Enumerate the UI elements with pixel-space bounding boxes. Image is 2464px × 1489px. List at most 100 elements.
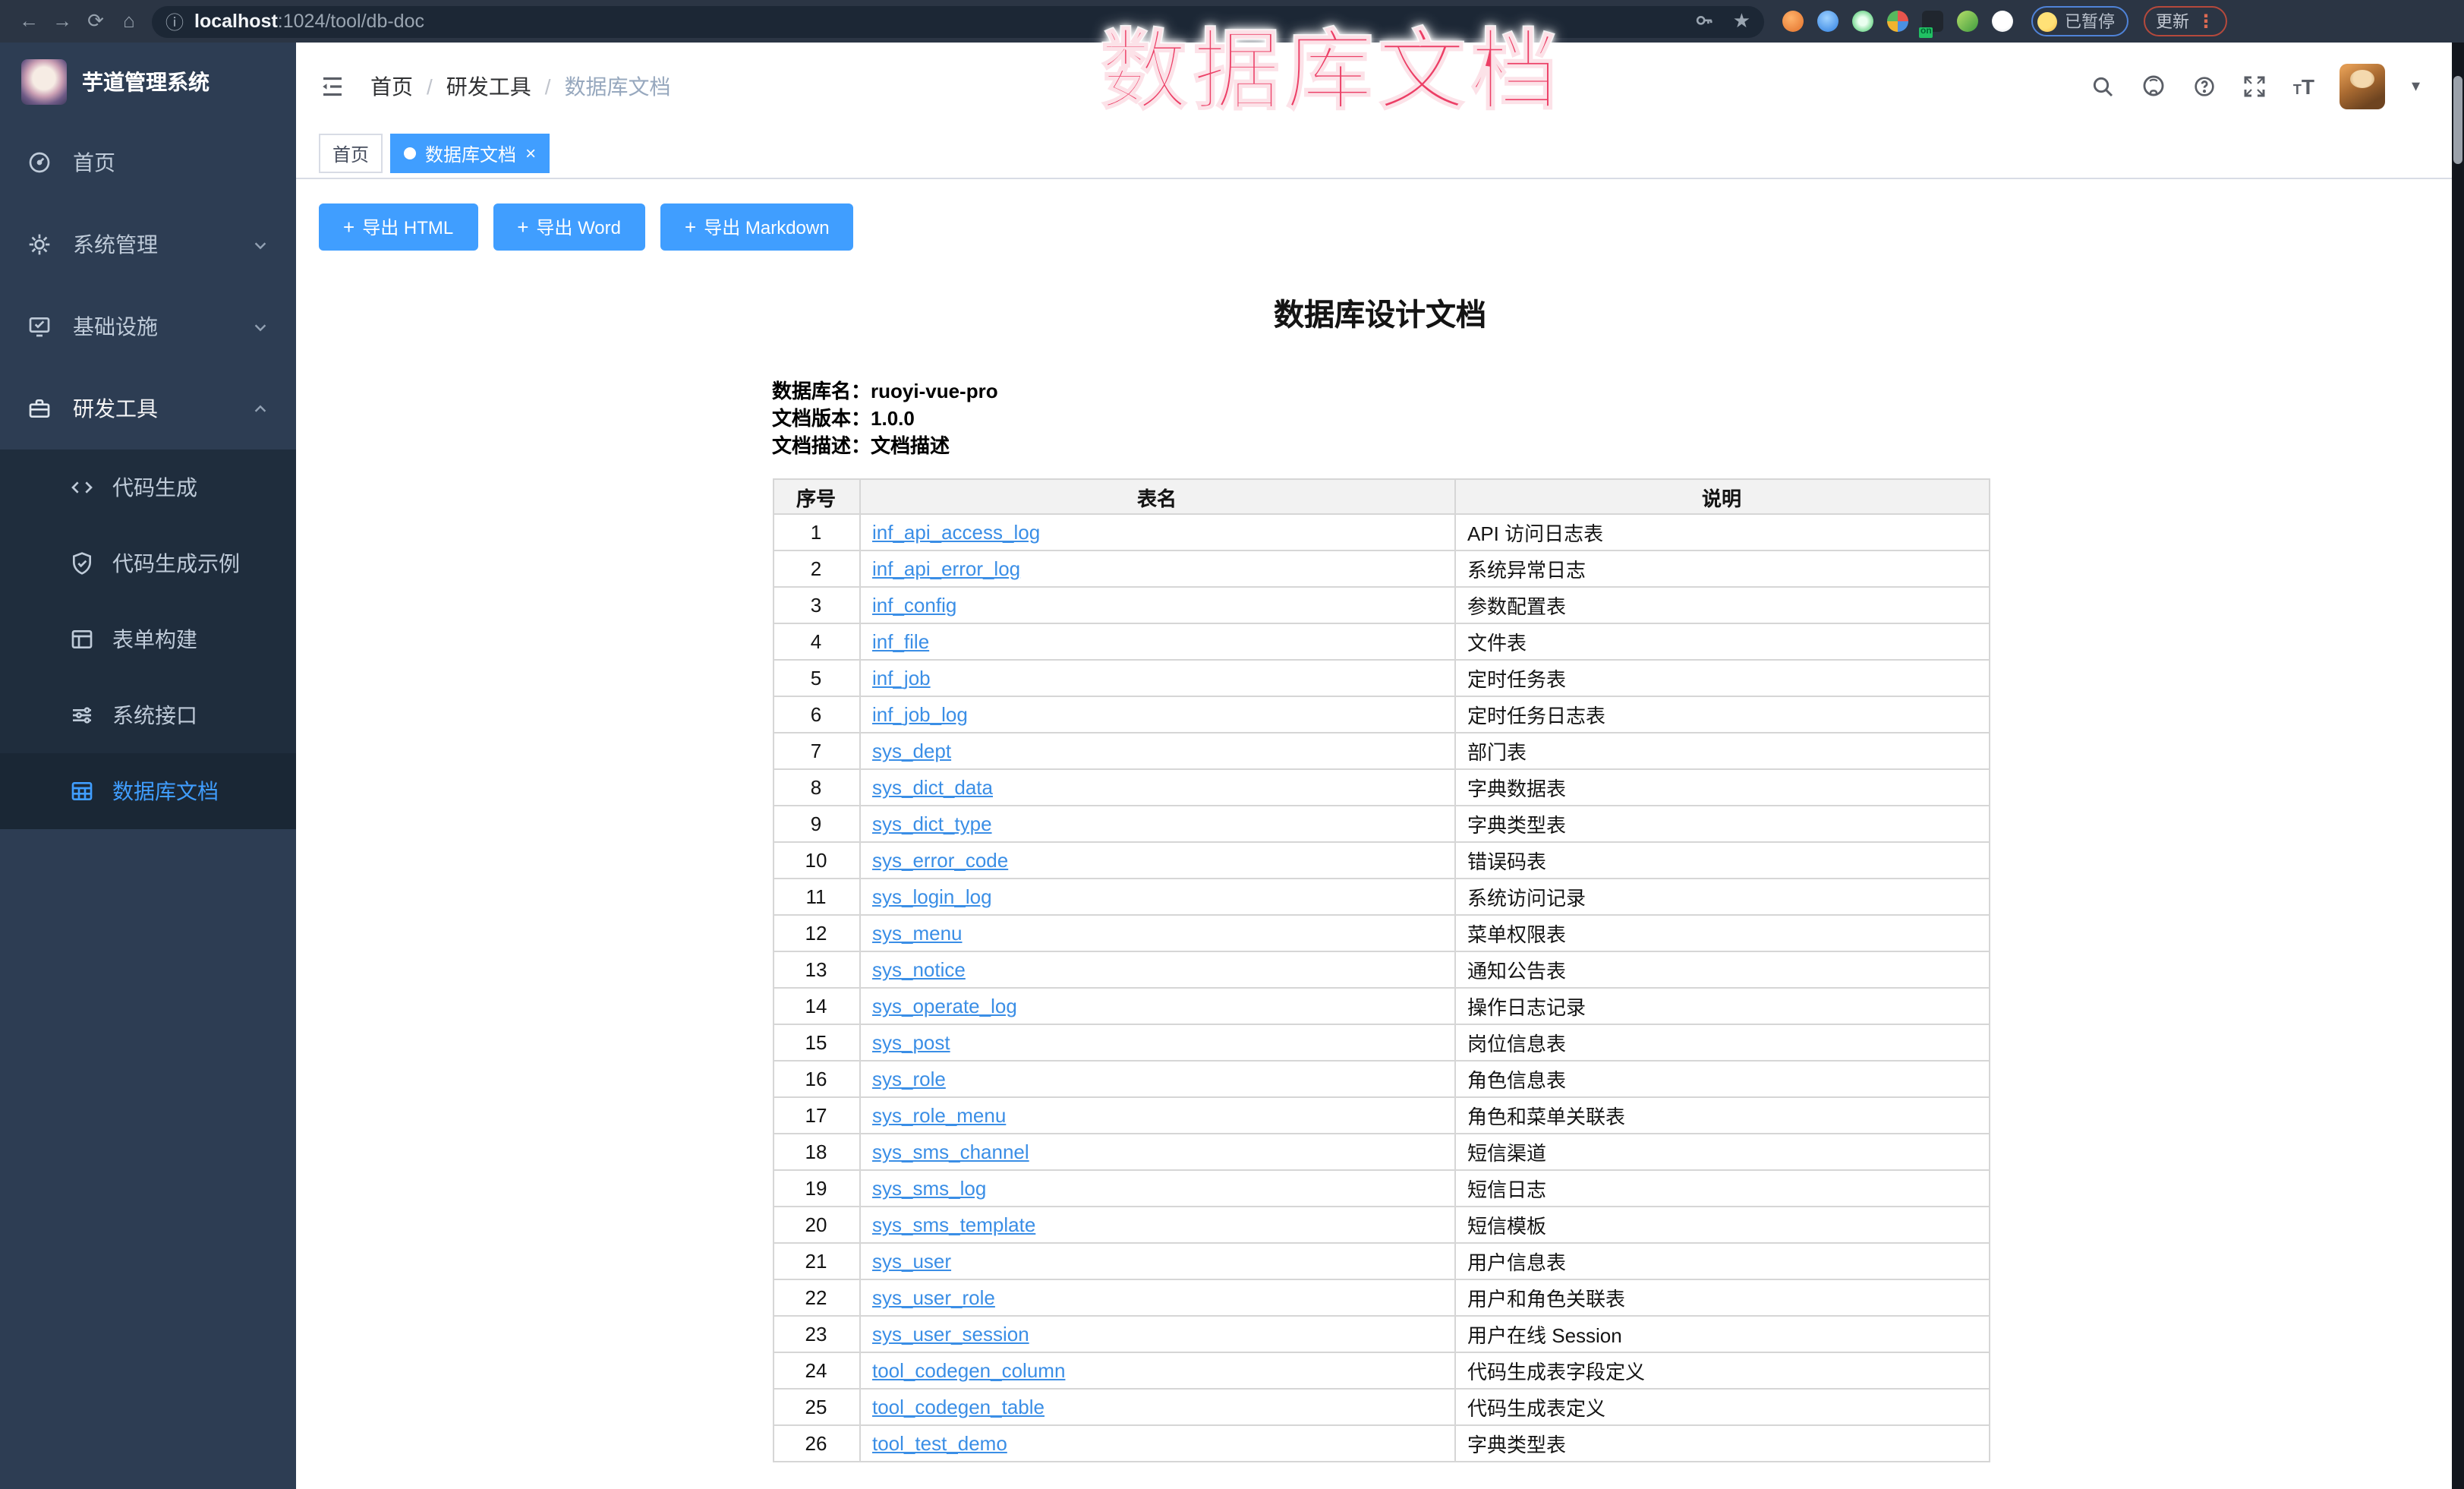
table-link[interactable]: sys_dept [872,740,951,762]
extension-icon-blue-pin[interactable] [1817,11,1839,32]
extension-icon-color-grid[interactable] [1887,11,1908,32]
sidebar-item-system[interactable]: 系统管理 [0,203,296,285]
search-icon[interactable] [2091,74,2116,98]
url-host: localhost [194,11,278,32]
table-link[interactable]: tool_codegen_column [872,1359,1065,1382]
bookmark-star-icon[interactable]: ★ [1733,9,1750,33]
table-link[interactable]: sys_menu [872,922,963,945]
row-desc: 用户在线 Session [1454,1316,1989,1352]
table-link[interactable]: sys_operate_log [872,995,1017,1017]
table-row: 12 sys_menu 菜单权限表 [773,915,1989,951]
tab-db-doc[interactable]: 数据库文档 × [390,134,550,173]
table-link[interactable]: inf_config [872,594,956,617]
sidebar-collapse-icon[interactable] [319,72,346,99]
font-size-icon[interactable]: TT [2293,74,2314,98]
tab-close-icon[interactable]: × [525,144,536,162]
sidebar-item-form-builder[interactable]: 表单构建 [0,601,296,677]
table-row: 9 sys_dict_type 字典类型表 [773,806,1989,842]
table-link[interactable]: inf_file [872,630,929,653]
export-word-button[interactable]: + 导出 Word [493,203,645,251]
tab-home[interactable]: 首页 [319,134,383,173]
table-link[interactable]: sys_sms_template [872,1213,1035,1236]
table-link[interactable]: sys_dict_type [872,812,992,835]
table-link[interactable]: sys_error_code [872,849,1008,872]
row-no: 17 [773,1097,859,1134]
table-link[interactable]: inf_api_access_log [872,521,1040,544]
github-icon[interactable] [2141,73,2167,99]
table-row: 6 inf_job_log 定时任务日志表 [773,696,1989,733]
sidebar-item-db-doc[interactable]: 数据库文档 [0,753,296,829]
table-link[interactable]: sys_dict_data [872,776,993,799]
table-link[interactable]: sys_sms_log [872,1177,986,1200]
help-icon[interactable] [2193,74,2217,98]
row-no: 21 [773,1243,859,1279]
table-link[interactable]: sys_user [872,1250,951,1273]
table-header-row: 序号 表名 说明 [773,479,1989,514]
sidebar-item-home[interactable]: 首页 [0,121,296,203]
table-link[interactable]: sys_login_log [872,885,992,908]
table-link[interactable]: sys_notice [872,958,966,981]
browser-home-icon[interactable]: ⌂ [112,0,146,43]
table-link[interactable]: sys_user_role [872,1286,995,1309]
breadcrumb-separator: / [545,74,551,98]
row-no: 22 [773,1279,859,1316]
address-bar[interactable]: ⓘ localhost:1024/tool/db-doc ★ [152,5,1764,37]
submenu-item-label: 代码生成示例 [112,548,240,579]
fullscreen-icon[interactable] [2243,74,2267,98]
site-info-icon[interactable]: ⓘ [165,8,184,34]
extension-icon-puzzle[interactable] [1992,11,2013,32]
table-link[interactable]: inf_job [872,667,931,689]
extension-strip: on [1782,11,2013,32]
table-link[interactable]: tool_test_demo [872,1432,1007,1455]
table-link[interactable]: sys_role_menu [872,1104,1006,1127]
breadcrumb-item-home[interactable]: 首页 [370,71,413,101]
update-label: 更新 [2156,9,2189,33]
table-link[interactable]: sys_user_session [872,1323,1029,1345]
extension-icon-green-check[interactable] [1852,11,1873,32]
browser-back-icon[interactable]: ← [12,0,46,43]
db-doc-document: 数据库设计文档 数据库名：ruoyi-vue-pro 文档版本：1.0.0 文档… [772,290,1988,1462]
extension-icon-onetab[interactable]: on [1922,11,1943,32]
table-link[interactable]: tool_codegen_table [872,1396,1045,1418]
browser-menu-dots-icon[interactable]: ⋮ [2197,11,2215,32]
row-desc: 文件表 [1454,623,1989,660]
submenu-item-label: 数据库文档 [112,776,219,806]
export-html-button[interactable]: + 导出 HTML [319,203,477,251]
page-root: ← → ⟳ ⌂ ⓘ localhost:1024/tool/db-doc ★ o… [0,0,2464,1489]
browser-update-button[interactable]: 更新 ⋮ [2144,6,2227,36]
sidebar-item-infra[interactable]: 基础设施 [0,285,296,368]
top-navbar: 首页 / 研发工具 / 数据库文档 [296,43,2464,129]
breadcrumb-item-devtools[interactable]: 研发工具 [446,71,531,101]
row-desc: 短信日志 [1454,1170,1989,1207]
table-link[interactable]: inf_job_log [872,703,968,726]
main-area: 首页 / 研发工具 / 数据库文档 [296,43,2464,1489]
sidebar-item-system-api[interactable]: 系统接口 [0,677,296,753]
extension-icon-orange[interactable] [1782,11,1804,32]
row-no: 15 [773,1024,859,1061]
table-link[interactable]: sys_post [872,1031,950,1054]
browser-reload-icon[interactable]: ⟳ [79,0,112,43]
table-link[interactable]: inf_api_error_log [872,557,1020,580]
scrollbar-thumb[interactable] [2453,76,2462,164]
profile-paused-chip[interactable]: 已暂停 [2031,6,2128,36]
breadcrumb-separator: / [427,74,433,98]
sidebar-item-codegen[interactable]: 代码生成 [0,450,296,525]
table-link[interactable]: sys_role [872,1068,946,1090]
table-link[interactable]: sys_sms_channel [872,1140,1029,1163]
row-no: 18 [773,1134,859,1170]
sidebar-item-devtools[interactable]: 研发工具 [0,368,296,450]
export-markdown-button[interactable]: + 导出 Markdown [660,203,854,251]
row-desc: 代码生成表定义 [1454,1389,1989,1425]
row-desc: 用户和角色关联表 [1454,1279,1989,1316]
table-row: 19 sys_sms_log 短信日志 [773,1170,1989,1207]
sidebar-logo-row[interactable]: 芋道管理系统 [0,43,296,121]
sidebar-item-codegen-example[interactable]: 代码生成示例 [0,525,296,601]
extension-icon-green-leaf[interactable] [1957,11,1978,32]
row-no: 4 [773,623,859,660]
password-key-icon[interactable] [1695,11,1715,31]
breadcrumb: 首页 / 研发工具 / 数据库文档 [370,71,671,101]
avatar-caret-down-icon[interactable]: ▾ [2412,76,2420,96]
avatar[interactable] [2340,63,2386,109]
export-toolbar: + 导出 HTML + 导出 Word + 导出 Markdown [296,203,2464,251]
browser-forward-icon[interactable]: → [46,0,79,43]
